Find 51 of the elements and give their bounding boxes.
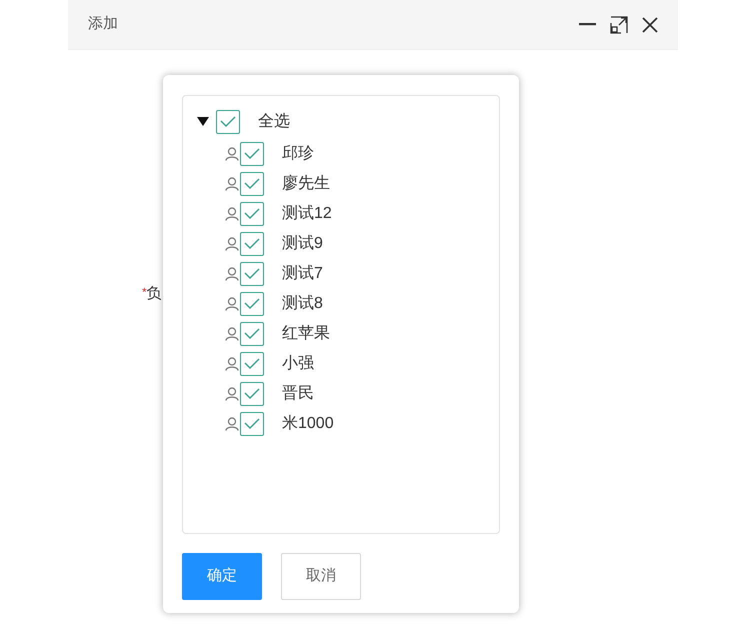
checkbox[interactable] [240, 232, 264, 256]
checkbox[interactable] [240, 352, 264, 376]
person-icon [225, 357, 239, 371]
tree-item-label[interactable]: 红苹果 [282, 322, 330, 346]
tree-item-label[interactable]: 全选 [258, 110, 290, 134]
checkbox[interactable] [240, 142, 264, 166]
tree-item-label[interactable]: 测试9 [282, 232, 323, 256]
checkbox[interactable] [240, 322, 264, 346]
tree-item-label[interactable]: 测试7 [282, 262, 323, 286]
checkmark-icon [244, 178, 260, 190]
checkbox[interactable] [216, 110, 240, 134]
checkbox[interactable] [240, 382, 264, 406]
person-icon [225, 177, 239, 191]
close-icon[interactable] [642, 16, 658, 32]
required-mark: * [142, 284, 147, 301]
checkmark-icon [244, 388, 260, 400]
checkbox[interactable] [240, 292, 264, 316]
checkmark-icon [244, 268, 260, 280]
tree-item-label[interactable]: 米1000 [282, 412, 334, 436]
tree-item-label[interactable]: 晋民 [282, 382, 314, 406]
checkmark-icon [244, 328, 260, 340]
checkmark-icon [244, 238, 260, 250]
minimize-icon[interactable] [579, 23, 596, 26]
checkmark-icon [220, 116, 236, 128]
tree-item-label[interactable]: 测试8 [282, 292, 323, 316]
checkbox[interactable] [240, 172, 264, 196]
checkmark-icon [244, 148, 260, 160]
cancel-button[interactable]: 取消 [281, 553, 361, 600]
tree-item-label[interactable]: 测试12 [282, 202, 332, 226]
maximize-icon[interactable] [610, 16, 628, 34]
person-icon [225, 207, 239, 221]
person-icon [225, 237, 239, 251]
person-icon [225, 387, 239, 401]
checkmark-icon [244, 418, 260, 430]
person-icon [225, 147, 239, 161]
tree-item-label[interactable]: 邱珍 [282, 142, 314, 166]
person-icon [225, 297, 239, 311]
tree-item-label[interactable]: 廖先生 [282, 172, 330, 196]
checkbox[interactable] [240, 412, 264, 436]
person-icon [225, 417, 239, 431]
checkbox[interactable] [240, 262, 264, 286]
checkmark-icon [244, 208, 260, 220]
tree-item-label[interactable]: 小强 [282, 352, 314, 376]
field-label: 负 [146, 284, 162, 304]
window-title: 添加 [88, 14, 118, 34]
checkbox[interactable] [240, 202, 264, 226]
expanded-triangle-icon[interactable] [197, 117, 209, 127]
checkmark-icon [244, 358, 260, 370]
person-icon [225, 327, 239, 341]
checkmark-icon [244, 298, 260, 310]
person-icon [225, 267, 239, 281]
